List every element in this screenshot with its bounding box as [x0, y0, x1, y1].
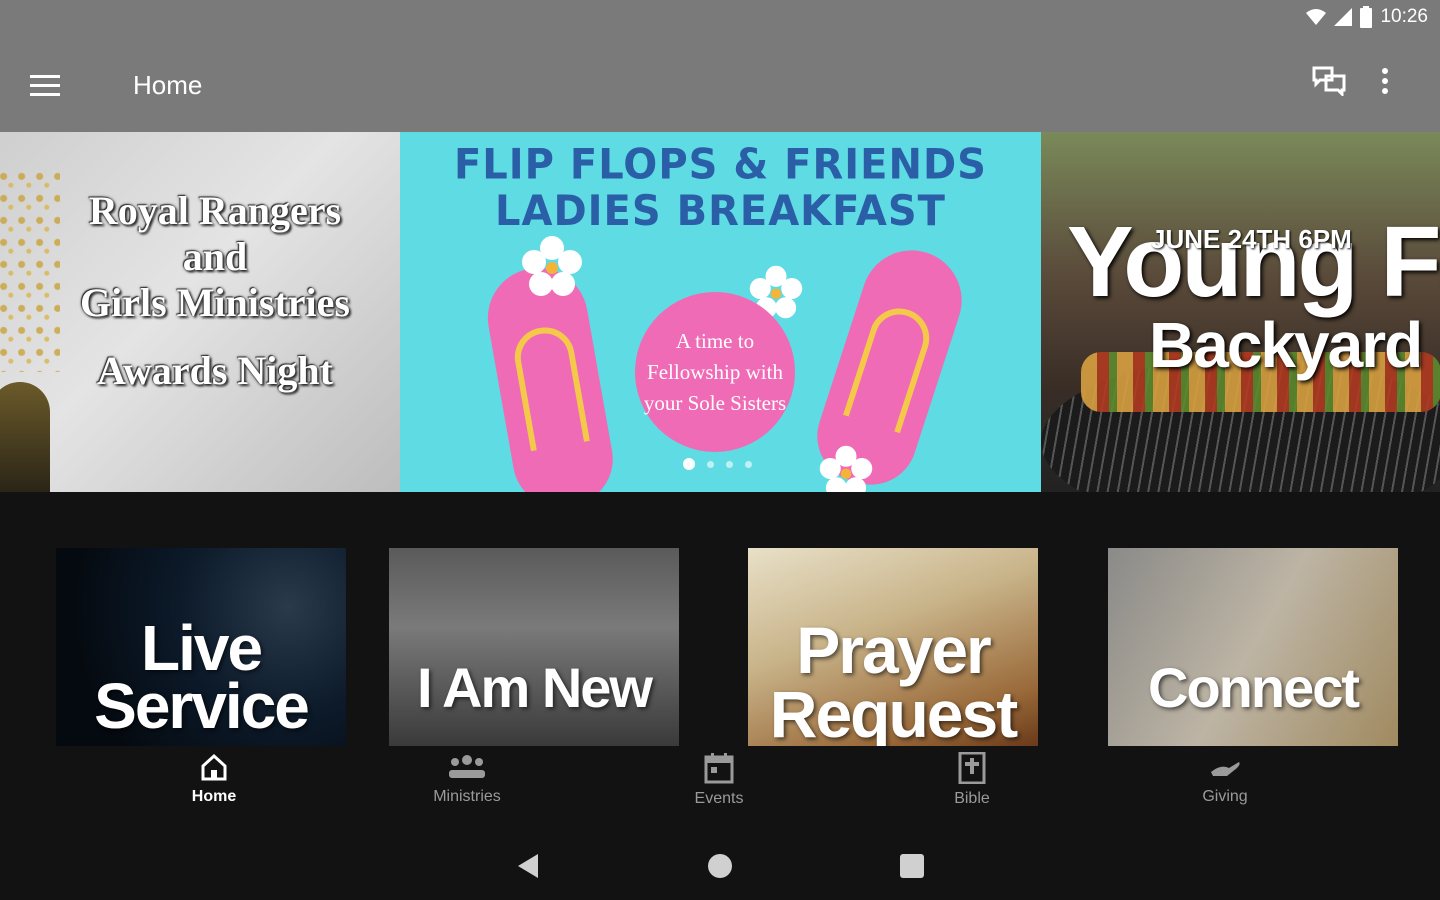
tile-label-line: Prayer — [796, 613, 992, 687]
nav-item-home[interactable]: Home — [154, 752, 274, 822]
calendar-icon — [704, 753, 734, 784]
chat-icon — [1312, 66, 1346, 98]
status-bar: 10:26 — [0, 0, 1440, 40]
status-icons: 10:26 — [1306, 6, 1428, 28]
chat-button[interactable] — [1312, 66, 1352, 106]
system-back-button[interactable] — [508, 848, 548, 884]
giving-hand-icon — [1211, 762, 1240, 776]
back-icon — [518, 854, 538, 878]
nav-label: Events — [694, 790, 744, 807]
tile-label: Prayer Request — [769, 613, 1018, 746]
banner-carousel[interactable]: Royal Rangers and Girls Ministries Award… — [0, 132, 1440, 492]
nav-label: Home — [191, 788, 237, 805]
fellowship-bubble: A time to Fellowship with your Sole Sist… — [635, 292, 795, 452]
slide-text-line: Royal Rangers — [88, 188, 342, 233]
menu-button[interactable] — [30, 68, 78, 104]
more-options-button[interactable] — [1380, 66, 1410, 106]
page-title: Home — [133, 70, 203, 100]
breakfast-title-line2: LADIES BREAKFAST — [495, 186, 946, 236]
slide-text-line: Girls Ministries — [80, 280, 350, 325]
flower-icon — [819, 445, 873, 492]
live-service-tile[interactable]: Live Service — [56, 548, 346, 746]
i-am-new-tile[interactable]: I Am New — [389, 548, 679, 746]
slide-awards-night[interactable]: Royal Rangers and Girls Ministries Award… — [0, 132, 400, 492]
wifi-icon — [1306, 9, 1327, 25]
nav-item-events[interactable]: Events — [659, 752, 779, 822]
carousel-indicator — [683, 458, 752, 470]
slide-text-line: and — [182, 234, 248, 279]
flower-icon — [522, 236, 582, 296]
slide-ladies-breakfast[interactable]: FLIP FLOPS & FRIENDS LADIES BREAKFAST A … — [400, 132, 1041, 492]
system-navigation-bar — [0, 830, 1440, 900]
breakfast-title: FLIP FLOPS & FRIENDS LADIES BREAKFAST — [400, 142, 1041, 234]
recents-icon — [900, 854, 924, 878]
carousel-dot[interactable] — [726, 460, 733, 468]
tile-label: Connect — [1148, 655, 1360, 719]
status-time: 10:26 — [1380, 6, 1428, 27]
nav-label: Ministries — [433, 788, 501, 805]
menu-icon — [30, 75, 60, 96]
slide-young-families[interactable]: Young Fa JUNE 24TH 6PM Backyard — [1041, 132, 1440, 492]
battery-icon — [1360, 6, 1373, 28]
carousel-dot-active[interactable] — [683, 458, 695, 470]
tile-label-line: Live — [140, 612, 263, 684]
tile-label-line: Service — [94, 670, 310, 742]
app-bar: Home — [0, 40, 1440, 132]
tile-label: Live Service — [94, 612, 310, 742]
trophy-image — [0, 382, 50, 492]
carousel-dot[interactable] — [707, 460, 714, 468]
breakfast-title-line1: FLIP FLOPS & FRIENDS — [453, 140, 987, 190]
more-vert-icon — [1382, 68, 1388, 94]
system-home-button[interactable] — [700, 848, 740, 884]
home-circle-icon — [708, 854, 732, 878]
bible-icon — [958, 752, 986, 784]
slide-text-line: Awards Night — [97, 348, 333, 393]
system-recents-button[interactable] — [892, 848, 932, 884]
people-icon — [449, 755, 485, 778]
event-date: JUNE 24TH 6PM — [1151, 224, 1352, 254]
young-families-subtitle: Backyard — [1149, 309, 1423, 381]
carousel-dot[interactable] — [745, 460, 752, 468]
nav-item-bible[interactable]: Bible — [912, 752, 1032, 822]
quick-link-tiles: Live Service I Am New Prayer Request Con… — [0, 548, 1440, 746]
nav-item-ministries[interactable]: Ministries — [407, 752, 527, 822]
connect-tile[interactable]: Connect — [1108, 548, 1398, 746]
bottom-navigation: Home Ministries Events Bible Giving — [0, 752, 1440, 822]
bubble-text: A time to Fellowship with your Sole Sist… — [643, 328, 787, 415]
nav-label: Bible — [954, 790, 990, 807]
nav-item-giving[interactable]: Giving — [1165, 752, 1285, 822]
awards-night-text: Royal Rangers and Girls Ministries Award… — [30, 188, 400, 394]
tile-label: I Am New — [417, 655, 653, 719]
prayer-request-tile[interactable]: Prayer Request — [748, 548, 1038, 746]
home-icon — [201, 753, 227, 781]
tile-label-line: Request — [769, 677, 1018, 746]
nav-label: Giving — [1202, 788, 1248, 805]
app-root: 10:26 Home Royal Rangers and Girls Minis… — [0, 0, 1440, 900]
signal-icon — [1334, 8, 1353, 26]
